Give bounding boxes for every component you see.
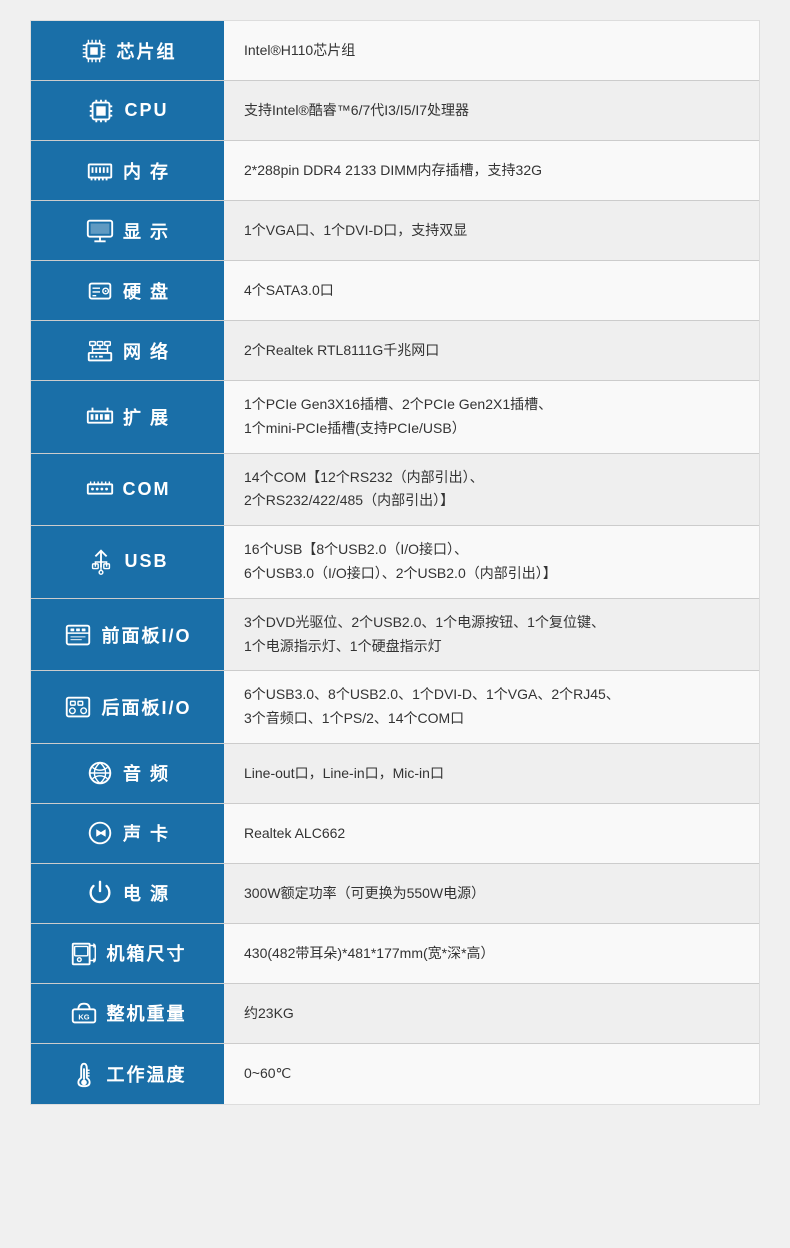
cpu-icon — [86, 96, 116, 126]
label-memory: 内 存 — [31, 141, 224, 200]
label-power: 电 源 — [31, 864, 224, 923]
label-audio: 音 频 — [31, 744, 224, 803]
soundcard-icon — [85, 818, 115, 848]
label-display: 显 示 — [31, 201, 224, 260]
value-power: 300W额定功率（可更换为550W电源） — [224, 864, 759, 923]
row-casesize: 机箱尺寸 430(482带耳朵)*481*177mm(宽*深*高） — [31, 924, 759, 984]
row-weight: KG 整机重量约23KG — [31, 984, 759, 1044]
row-cpu: CPU 支持Intel®酷睿™6/7代I3/I5/I7处理器 — [31, 81, 759, 141]
row-reario: 后面板I/O 6个USB3.0、8个USB2.0、1个DVI-D、1个VGA、2个… — [31, 671, 759, 744]
spec-table: 芯片组 Intel®H110芯片组 CPU 支持Intel®酷睿™6/7代I3/I5… — [30, 20, 760, 1105]
label-text-cpu: CPU — [124, 100, 168, 121]
row-usb: USB 16个USB【8个USB2.0（I/O接口）、6个USB3.0（I/O接口… — [31, 526, 759, 599]
row-expansion: 扩 展 1个PCIe Gen3X16插槽、2个PCIe Gen2X1插槽、1个mi… — [31, 381, 759, 454]
reario-icon — [63, 692, 93, 722]
label-text-soundcard: 声 卡 — [123, 820, 170, 846]
expansion-icon — [85, 402, 115, 432]
label-soundcard: 声 卡 — [31, 804, 224, 863]
label-chipset: 芯片组 — [31, 21, 224, 80]
label-text-power: 电 源 — [123, 880, 170, 906]
row-power: 电 源 300W额定功率（可更换为550W电源） — [31, 864, 759, 924]
label-text-expansion: 扩 展 — [123, 404, 170, 430]
svg-text:KG: KG — [78, 1013, 89, 1022]
label-text-audio: 音 频 — [123, 760, 170, 786]
label-usb: USB — [31, 526, 224, 598]
row-memory: 内 存 2*288pin DDR4 2133 DIMM内存插槽，支持32G — [31, 141, 759, 201]
label-network: 网 络 — [31, 321, 224, 380]
casesize-icon — [69, 938, 99, 968]
value-cpu: 支持Intel®酷睿™6/7代I3/I5/I7处理器 — [224, 81, 759, 140]
value-temperature: 0~60℃ — [224, 1044, 759, 1104]
value-audio: Line-out口，Line-in口，Mic-in口 — [224, 744, 759, 803]
label-text-memory: 内 存 — [123, 158, 170, 184]
value-display: 1个VGA口、1个DVI-D口，支持双显 — [224, 201, 759, 260]
audio-icon — [85, 758, 115, 788]
value-memory: 2*288pin DDR4 2133 DIMM内存插槽，支持32G — [224, 141, 759, 200]
value-network: 2个Realtek RTL8111G千兆网口 — [224, 321, 759, 380]
value-com: 14个COM【12个RS232（内部引出）、2个RS232/422/485（内部… — [224, 454, 759, 526]
value-weight: 约23KG — [224, 984, 759, 1043]
value-expansion: 1个PCIe Gen3X16插槽、2个PCIe Gen2X1插槽、1个mini-… — [224, 381, 759, 453]
label-casesize: 机箱尺寸 — [31, 924, 224, 983]
network-icon — [85, 336, 115, 366]
com-icon — [85, 474, 115, 504]
label-com: COM — [31, 454, 224, 526]
label-weight: KG 整机重量 — [31, 984, 224, 1043]
label-reario: 后面板I/O — [31, 671, 224, 743]
display-icon — [85, 216, 115, 246]
usb-icon — [86, 547, 116, 577]
weight-icon: KG — [69, 998, 99, 1028]
value-casesize: 430(482带耳朵)*481*177mm(宽*深*高） — [224, 924, 759, 983]
label-text-frontio: 前面板I/O — [101, 622, 191, 648]
label-text-network: 网 络 — [123, 338, 170, 364]
temperature-icon — [69, 1059, 99, 1089]
power-icon — [85, 878, 115, 908]
value-frontio: 3个DVD光驱位、2个USB2.0、1个电源按钮、1个复位键、1个电源指示灯、1… — [224, 599, 759, 671]
row-com: COM 14个COM【12个RS232（内部引出）、2个RS232/422/485… — [31, 454, 759, 527]
value-harddisk: 4个SATA3.0口 — [224, 261, 759, 320]
value-usb: 16个USB【8个USB2.0（I/O接口）、6个USB3.0（I/O接口）、2… — [224, 526, 759, 598]
label-text-display: 显 示 — [123, 218, 170, 244]
value-reario: 6个USB3.0、8个USB2.0、1个DVI-D、1个VGA、2个RJ45、3… — [224, 671, 759, 743]
frontio-icon — [63, 620, 93, 650]
label-text-usb: USB — [124, 551, 168, 572]
label-text-harddisk: 硬 盘 — [123, 278, 170, 304]
label-text-com: COM — [123, 479, 171, 500]
label-cpu: CPU — [31, 81, 224, 140]
label-frontio: 前面板I/O — [31, 599, 224, 671]
label-temperature: 工作温度 — [31, 1044, 224, 1104]
row-temperature: 工作温度 0~60℃ — [31, 1044, 759, 1104]
label-expansion: 扩 展 — [31, 381, 224, 453]
row-harddisk: 硬 盘 4个SATA3.0口 — [31, 261, 759, 321]
harddisk-icon — [85, 276, 115, 306]
label-text-chipset: 芯片组 — [117, 38, 177, 64]
memory-icon — [85, 156, 115, 186]
value-soundcard: Realtek ALC662 — [224, 804, 759, 863]
row-audio: 音 频 Line-out口，Line-in口，Mic-in口 — [31, 744, 759, 804]
row-network: 网 络 2个Realtek RTL8111G千兆网口 — [31, 321, 759, 381]
row-display: 显 示 1个VGA口、1个DVI-D口，支持双显 — [31, 201, 759, 261]
label-harddisk: 硬 盘 — [31, 261, 224, 320]
label-text-casesize: 机箱尺寸 — [107, 940, 187, 966]
value-chipset: Intel®H110芯片组 — [224, 21, 759, 80]
row-chipset: 芯片组 Intel®H110芯片组 — [31, 21, 759, 81]
label-text-reario: 后面板I/O — [101, 694, 191, 720]
row-soundcard: 声 卡 Realtek ALC662 — [31, 804, 759, 864]
label-text-weight: 整机重量 — [107, 1000, 187, 1026]
label-text-temperature: 工作温度 — [107, 1061, 187, 1087]
row-frontio: 前面板I/O 3个DVD光驱位、2个USB2.0、1个电源按钮、1个复位键、1个电… — [31, 599, 759, 672]
chipset-icon — [79, 36, 109, 66]
